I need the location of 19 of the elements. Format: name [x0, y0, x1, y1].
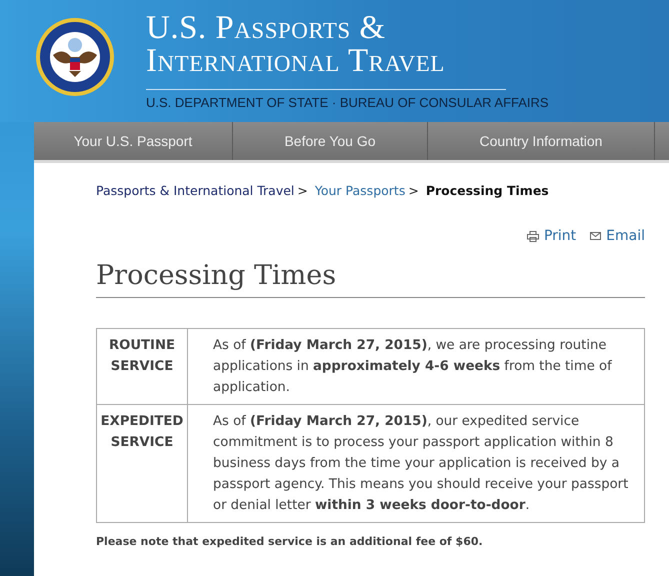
- breadcrumb-link[interactable]: Your Passports: [314, 183, 406, 198]
- breadcrumb-current: Processing Times: [426, 183, 549, 198]
- page-heading: Processing Times: [96, 260, 645, 298]
- print-icon: [526, 230, 539, 242]
- service-cell: EXPEDITED SERVICE: [96, 404, 188, 522]
- breadcrumb-separator: >: [408, 183, 419, 198]
- description-cell: As of (Friday March 27, 2015), our expedited service commitment is to process your passport application within 8 business days from the time your application is received by a passport agency. This means you should receive your passport or denial letter within 3 weeks door-to-door.: [188, 404, 644, 522]
- breadcrumb-separator: >: [297, 183, 308, 198]
- site-title: U.S. Passports &: [146, 12, 387, 45]
- envelope-icon: [590, 232, 602, 240]
- fee-note: Please note that expedited service is an additional fee of $60.: [96, 535, 484, 548]
- service-cell: ROUTINE SERVICE: [96, 328, 188, 404]
- email-link[interactable]: Email: [606, 228, 645, 244]
- print-link[interactable]: Print: [544, 228, 576, 244]
- seal-icon: [35, 17, 115, 97]
- breadcrumb-link[interactable]: Passports & International Travel: [96, 183, 294, 198]
- description-cell: As of (Friday March 27, 2015), we are processing routine applications in approximately 4-6 weeks from the time of application.: [188, 328, 644, 404]
- site-title: International Travel: [146, 45, 446, 78]
- site-subtitle: U.S. DEPARTMENT OF STATE · BUREAU OF CONSULAR AFFAIRS: [146, 95, 549, 110]
